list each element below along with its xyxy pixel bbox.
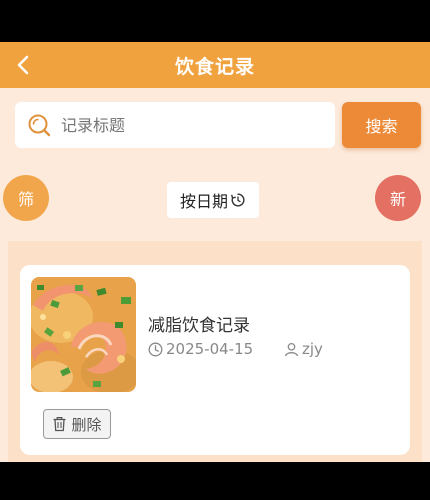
chevron-left-icon [17,55,29,75]
clock-refresh-icon [231,193,245,207]
bottom-bar [0,462,430,500]
delete-label: 删除 [71,415,102,434]
clock-icon [148,342,163,356]
record-user-name: zjy [302,340,323,358]
record-thumbnail [31,277,136,392]
record-card[interactable]: 减脂饮食记录 2025-04-15 zjy 删除 [20,265,410,455]
user-icon [284,342,299,356]
sort-by-date-label: 按日期 [179,192,228,211]
search-button[interactable]: 搜索 [342,102,421,148]
delete-button[interactable]: 删除 [43,409,111,439]
record-list: 减脂饮食记录 2025-04-15 zjy 删除 [8,241,422,462]
sort-by-date-button[interactable]: 按日期 [167,182,259,218]
page-title: 饮食记录 [174,55,255,78]
new-record-button[interactable]: 新 [375,175,421,221]
record-date: 2025-04-15 [148,340,253,358]
search-bar [15,102,335,148]
record-title: 减脂饮食记录 [148,316,250,336]
trash-icon [53,417,66,432]
back-button[interactable] [6,47,42,83]
filter-button[interactable]: 筛 [3,175,49,221]
search-input[interactable] [61,115,311,135]
status-bar [0,0,430,42]
search-icon [28,114,51,137]
record-date-text: 2025-04-15 [166,340,254,358]
record-user: zjy [284,340,323,358]
shrimp-dish-photo [31,277,136,392]
main-content: 搜索 筛 按日期 新 [0,88,430,462]
app-header: 饮食记录 [0,42,430,88]
